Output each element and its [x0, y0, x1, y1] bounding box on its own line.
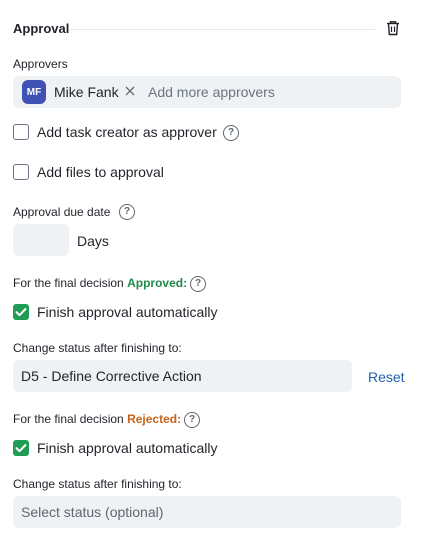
close-icon[interactable]	[124, 83, 136, 99]
trash-icon[interactable]	[386, 20, 400, 36]
task-creator-label: Add task creator as approver	[37, 124, 217, 140]
approved-status-label: Change status after finishing to:	[13, 341, 182, 355]
due-date-label: Approval due date	[13, 205, 111, 219]
approved-decision-heading: For the final decision Approved:	[13, 275, 187, 291]
avatar: MF	[22, 80, 46, 104]
rejected-decision-heading: For the final decision Rejected:	[13, 411, 181, 427]
approved-status-select[interactable]: D5 - Define Corrective Action	[13, 360, 352, 392]
check-icon	[15, 308, 27, 317]
rejected-decision-word: Rejected:	[127, 412, 182, 426]
approver-chip-name: Mike Fank	[54, 84, 119, 100]
approved-finish-label: Finish approval automatically	[37, 304, 218, 320]
help-icon[interactable]: ?	[119, 204, 135, 220]
days-unit-label: Days	[77, 233, 109, 249]
help-icon[interactable]: ?	[184, 412, 200, 428]
section-title: Approval	[13, 21, 70, 36]
title-divider	[70, 29, 375, 30]
rejected-finish-checkbox[interactable]	[13, 440, 29, 456]
approvers-label: Approvers	[13, 57, 68, 71]
rejected-prefix: For the final decision	[13, 412, 124, 426]
rejected-finish-label: Finish approval automatically	[37, 440, 218, 456]
help-icon[interactable]: ?	[223, 125, 239, 141]
add-files-checkbox[interactable]	[13, 164, 29, 180]
check-icon	[15, 444, 27, 453]
help-icon[interactable]: ?	[190, 276, 206, 292]
reset-link[interactable]: Reset	[368, 369, 405, 385]
due-date-days-input[interactable]	[13, 224, 69, 256]
add-approvers-placeholder[interactable]: Add more approvers	[148, 84, 275, 100]
approved-finish-checkbox[interactable]	[13, 304, 29, 320]
approved-prefix: For the final decision	[13, 276, 124, 290]
approved-decision-word: Approved:	[127, 276, 188, 290]
task-creator-checkbox[interactable]	[13, 124, 29, 140]
add-files-label: Add files to approval	[37, 164, 164, 180]
rejected-status-select[interactable]: Select status (optional)	[13, 496, 401, 528]
rejected-status-label: Change status after finishing to:	[13, 477, 182, 491]
